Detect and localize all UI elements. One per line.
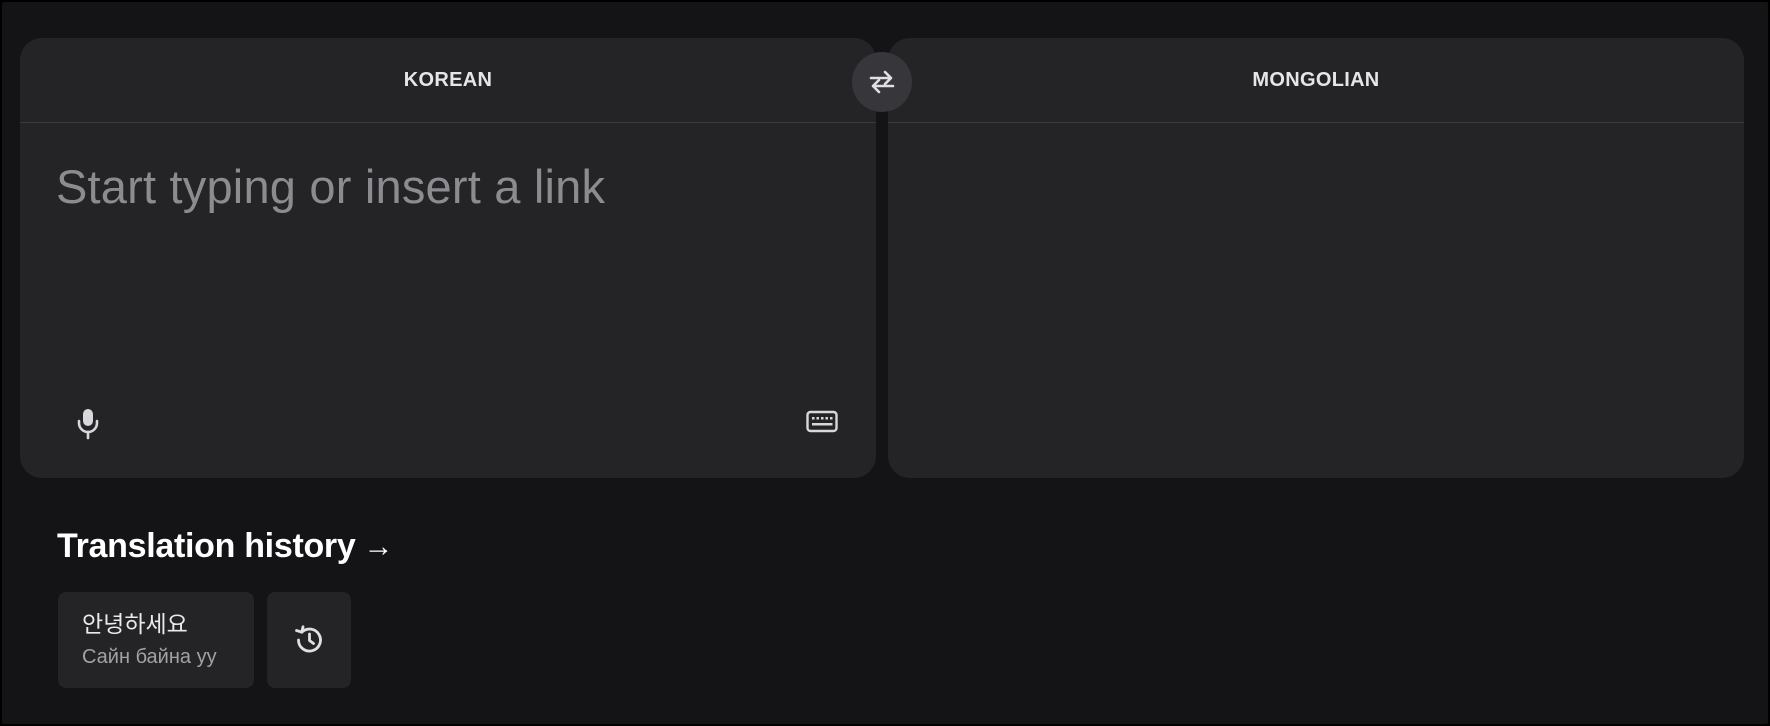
- virtual-keyboard-button[interactable]: [802, 404, 842, 440]
- target-panel: MONGOLIAN: [888, 38, 1744, 478]
- microphone-icon: [77, 409, 99, 440]
- target-language-selector[interactable]: MONGOLIAN: [888, 38, 1744, 123]
- translation-history-title: Translation history: [57, 527, 356, 565]
- open-history-button[interactable]: [267, 592, 351, 688]
- arrow-right-icon: →: [363, 529, 394, 563]
- target-language-label: MONGOLIAN: [1252, 68, 1380, 91]
- keyboard-icon: [806, 410, 838, 433]
- source-language-label: KOREAN: [403, 68, 493, 91]
- history-clock-icon: [295, 625, 322, 653]
- swap-languages-button[interactable]: [852, 52, 912, 112]
- source-language-selector[interactable]: KOREAN: [20, 38, 876, 123]
- translation-history-link[interactable]: Translation history →: [57, 527, 393, 566]
- swap-arrows-icon: [869, 70, 895, 94]
- source-panel: KOREAN Start typing or insert a link: [20, 38, 876, 478]
- history-item-translation: Сайн байна уу: [82, 646, 217, 668]
- voice-input-button[interactable]: [70, 406, 106, 442]
- source-text-input[interactable]: Start typing or insert a link: [56, 159, 605, 214]
- history-item-source: 안녕하세요: [82, 611, 188, 637]
- translator-app: KOREAN Start typing or insert a link MON…: [2, 2, 1768, 724]
- history-item[interactable]: 안녕하세요 Сайн байна уу: [58, 592, 254, 688]
